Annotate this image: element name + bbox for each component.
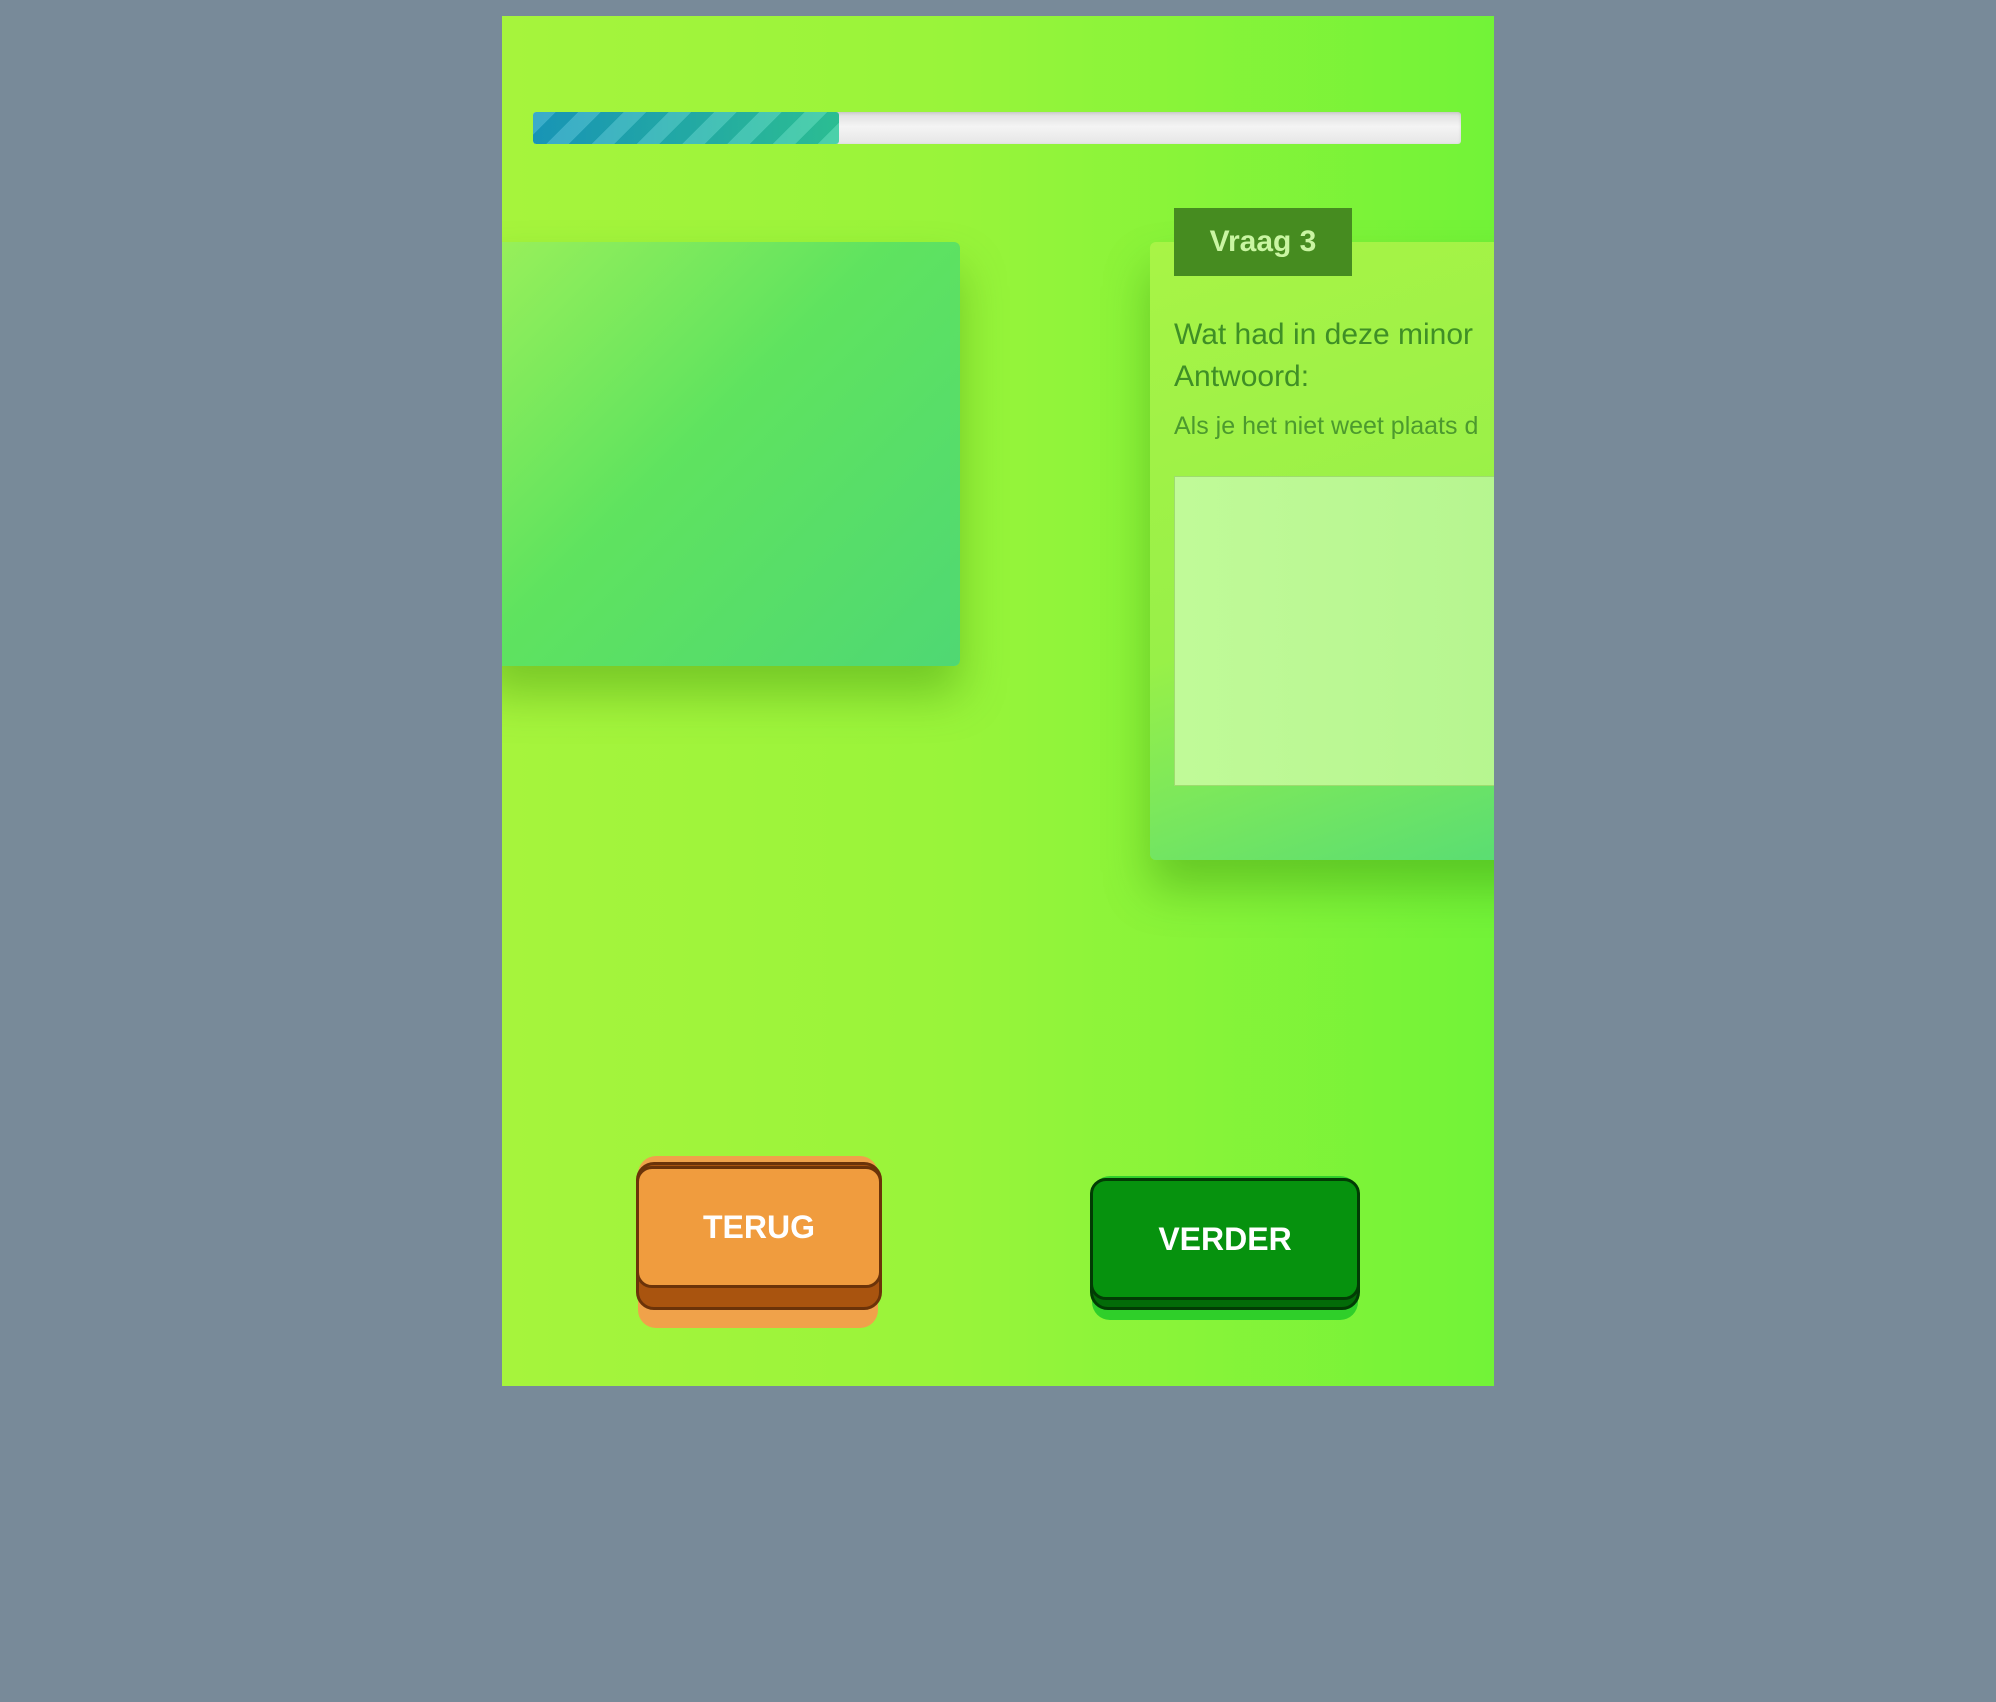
answer-label: Antwoord:: [1174, 360, 1310, 393]
next-button[interactable]: VERDER: [1090, 1178, 1360, 1300]
progress-bar: [533, 112, 1461, 144]
question-hint: Als je het niet weet plaats d: [1174, 412, 1479, 440]
answer-textarea[interactable]: [1174, 476, 1494, 786]
question-text: Wat had in deze minor Antwoord:: [1174, 314, 1494, 398]
question-number-tag: Vraag 3: [1174, 208, 1352, 276]
previous-question-card: [502, 242, 960, 666]
quiz-frame: Vraag 3 Wat had in deze minor Antwoord: …: [502, 16, 1494, 1386]
question-text-line: Wat had in deze minor: [1174, 318, 1474, 351]
progress-bar-fill: [533, 112, 840, 144]
back-button[interactable]: TERUG: [636, 1166, 882, 1288]
